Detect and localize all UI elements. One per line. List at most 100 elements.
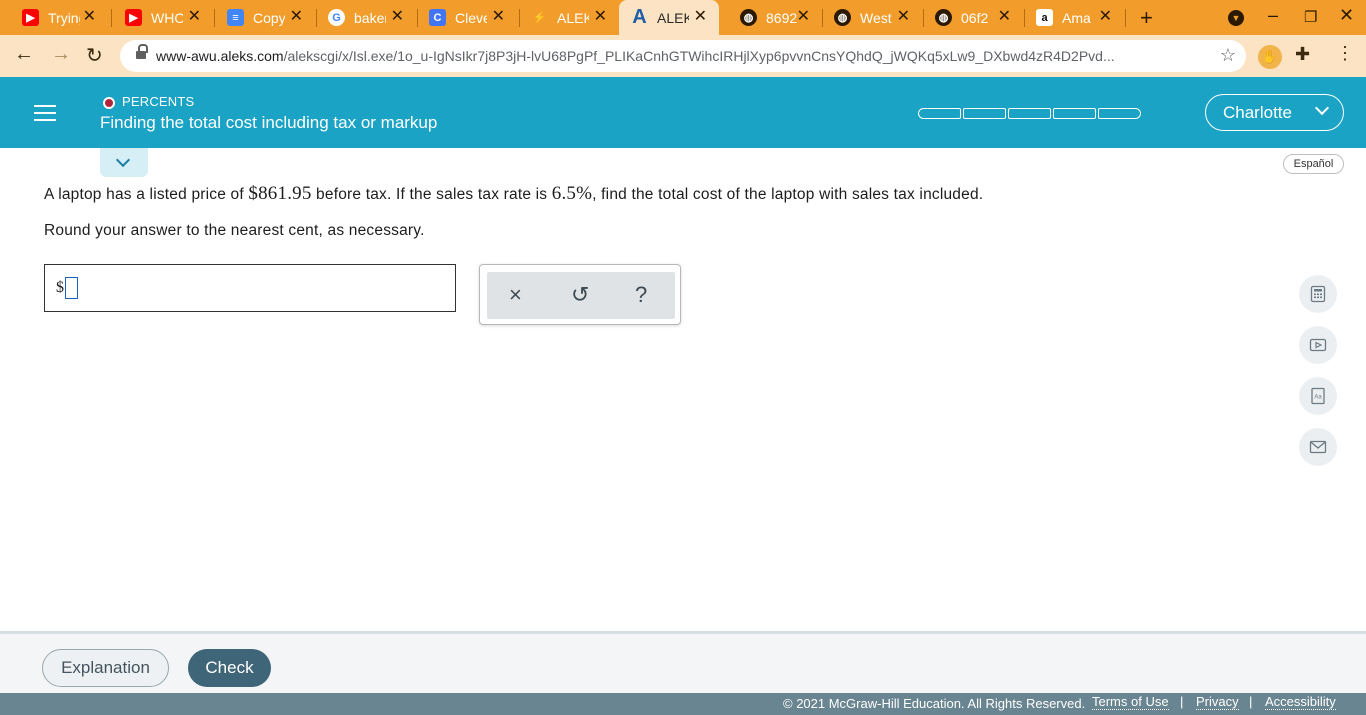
browser-tab[interactable]: ⚡ ALEK ✕ (509, 0, 619, 35)
browser-tab[interactable]: ≡ Copy ✕ (205, 0, 315, 35)
browser-tab[interactable]: C Cleve ✕ (407, 0, 517, 35)
user-name: Charlotte (1223, 103, 1292, 122)
google-icon: G (328, 9, 345, 26)
chevron-down-icon (1314, 100, 1330, 116)
question-part: , find the total cost of the laptop with… (592, 186, 984, 203)
clear-button[interactable]: × (509, 282, 522, 308)
restore-icon[interactable]: ❐ (1304, 8, 1317, 26)
close-tab-icon[interactable]: ✕ (897, 9, 910, 25)
collapse-toggle[interactable] (100, 148, 148, 177)
question-rate: 6.5% (551, 183, 593, 204)
explanation-button[interactable]: Explanation (42, 649, 169, 687)
message-button[interactable] (1299, 428, 1337, 466)
accessibility-link[interactable]: Accessibility (1265, 694, 1336, 710)
undo-button[interactable]: ↺ (571, 282, 589, 308)
reload-icon[interactable]: ↻ (86, 43, 103, 68)
tab-title: ALEK (657, 9, 689, 26)
divider: | (1180, 694, 1184, 709)
browser-tab[interactable]: ◍ 8692 ✕ (718, 0, 822, 35)
browser-tab-strip: ▶ Trying ✕ ▶ WHO ✕ ≡ Copy ✕ G baker ✕ C … (0, 0, 1366, 35)
answer-input[interactable]: $ (44, 264, 456, 312)
browser-menu-icon[interactable]: ⋮ (1336, 43, 1354, 64)
answer-slot[interactable] (65, 277, 78, 299)
address-bar[interactable]: www-awu.aleks.com/alekscgi/x/Isl.exe/1o_… (120, 40, 1246, 72)
globe-icon: ◍ (935, 9, 952, 26)
close-tab-icon[interactable]: ✕ (492, 9, 505, 25)
terms-link[interactable]: Terms of Use (1092, 694, 1169, 710)
question-instruction: Round your answer to the nearest cent, a… (44, 222, 425, 239)
topic-label: PERCENTS (122, 94, 195, 109)
video-button[interactable] (1299, 326, 1337, 364)
close-tab-icon[interactable]: ✕ (694, 9, 707, 25)
svg-text:Aa: Aa (1314, 395, 1322, 401)
browser-tab[interactable]: ◍ West ✕ (812, 0, 922, 35)
puzzle-extensions-icon[interactable]: ✚ (1295, 44, 1310, 65)
close-tab-icon[interactable]: ✕ (290, 9, 303, 25)
close-tab-icon[interactable]: ✕ (1099, 9, 1112, 25)
close-tab-icon[interactable]: ✕ (188, 9, 201, 25)
amazon-icon: a (1036, 9, 1053, 26)
privacy-link[interactable]: Privacy (1196, 694, 1239, 710)
tab-separator (1125, 9, 1126, 27)
progress-segment (1098, 108, 1141, 119)
question-part: before tax. If the sales tax rate is (311, 186, 552, 203)
question-price: $861.95 (248, 183, 312, 204)
legal-bar: © 2021 McGraw-Hill Education. All Rights… (0, 693, 1366, 715)
progress-segment (1053, 108, 1096, 119)
close-window-icon[interactable]: ✕ (1339, 5, 1354, 26)
check-button[interactable]: Check (188, 649, 271, 687)
browser-tab[interactable]: ▶ WHO ✕ (103, 0, 213, 35)
new-tab-button[interactable]: + (1140, 5, 1153, 31)
browser-tab[interactable]: ◍ 06f2 ✕ (913, 0, 1023, 35)
docs-icon: ≡ (227, 9, 244, 26)
browser-tab[interactable]: G baker ✕ (306, 0, 416, 35)
tab-title: baker (354, 9, 386, 26)
dollar-prefix: $ (56, 279, 64, 296)
user-menu-button[interactable]: Charlotte (1205, 94, 1344, 131)
progress-segment (1008, 108, 1051, 119)
browser-tab-active[interactable]: A ALEK ✕ (619, 0, 719, 35)
lock-icon[interactable] (136, 44, 148, 61)
mail-icon (1309, 440, 1327, 454)
progress-segment (963, 108, 1006, 119)
dictionary-icon: Aa (1311, 387, 1325, 405)
bookmark-star-icon[interactable]: ☆ (1220, 45, 1236, 66)
browser-tab[interactable]: a Ama ✕ (1014, 0, 1124, 35)
close-tab-icon[interactable]: ✕ (391, 9, 404, 25)
youtube-icon: ▶ (125, 9, 142, 26)
aleks-header: PERCENTS Finding the total cost includin… (0, 77, 1366, 148)
close-tab-icon[interactable]: ✕ (594, 9, 607, 25)
url-path: /alekscgi/x/Isl.exe/1o_u-IgNsIkr7j8P3jH-… (283, 48, 1115, 64)
browser-toolbar: ← → ↻ www-awu.aleks.com/alekscgi/x/Isl.e… (0, 35, 1366, 77)
youtube-icon: ▶ (22, 9, 39, 26)
tab-title: 06f2 (961, 9, 989, 26)
tab-title: Cleve (455, 9, 487, 26)
extension-icon[interactable]: ✋ (1258, 45, 1282, 69)
tab-search-icon[interactable]: ▼ (1228, 10, 1244, 26)
question-part: A laptop has a listed price of (44, 186, 249, 203)
close-tab-icon[interactable]: ✕ (998, 9, 1011, 25)
forward-arrow-icon[interactable]: → (51, 43, 71, 66)
globe-icon: ◍ (834, 9, 851, 26)
calculator-button[interactable] (1299, 275, 1337, 313)
answer-tools: × ↺ ? (487, 272, 675, 319)
back-arrow-icon[interactable]: ← (14, 43, 34, 66)
globe-icon: ◍ (740, 9, 757, 26)
chevron-down-icon (115, 152, 131, 168)
language-button[interactable]: Español (1283, 154, 1344, 174)
tab-title: Copy (253, 9, 285, 26)
copyright-text: © 2021 McGraw-Hill Education. All Rights… (783, 696, 1086, 711)
url-text[interactable]: www-awu.aleks.com/alekscgi/x/Isl.exe/1o_… (156, 48, 1196, 64)
topic-status-icon (103, 97, 115, 109)
dictionary-button[interactable]: Aa (1299, 377, 1337, 415)
progress-bar (918, 108, 1141, 119)
minimize-icon[interactable]: – (1268, 5, 1278, 26)
tab-title: ALEK (557, 9, 589, 26)
url-domain: www-awu.aleks.com (156, 48, 284, 64)
browser-tab[interactable]: ▶ Trying ✕ (0, 0, 108, 35)
menu-hamburger-icon[interactable] (22, 94, 66, 130)
close-tab-icon[interactable]: ✕ (797, 9, 810, 25)
close-tab-icon[interactable]: ✕ (83, 9, 96, 25)
divider: | (1249, 694, 1253, 709)
help-button[interactable]: ? (635, 282, 647, 308)
